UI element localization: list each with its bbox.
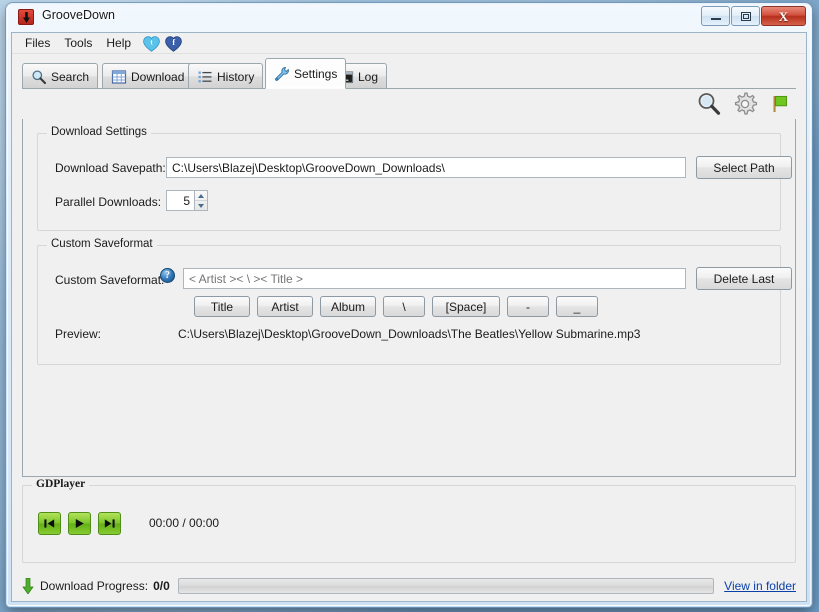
window-controls: X [701, 6, 806, 26]
preview-value: C:\Users\Blazej\Desktop\GrooveDown_Downl… [178, 327, 641, 341]
settings-panel: Download Settings Download Savepath: Sel… [22, 119, 796, 477]
gear-icon[interactable] [732, 91, 758, 117]
app-icon [18, 9, 34, 25]
tab-log-label: Log [358, 69, 379, 84]
chevron-down-icon [198, 203, 204, 208]
facebook-icon[interactable]: f [165, 35, 182, 52]
token-button-space[interactable]: [Space] [432, 296, 500, 317]
list-icon [197, 69, 213, 85]
wrench-icon [274, 66, 290, 82]
token-button-artist[interactable]: Artist [257, 296, 313, 317]
status-bar: Download Progress: 0/0 View in folder [12, 571, 806, 601]
minimize-icon [710, 18, 721, 20]
parallel-downloads-stepper[interactable] [166, 190, 208, 211]
maximize-button[interactable] [731, 6, 760, 26]
select-path-button[interactable]: Select Path [696, 156, 792, 179]
download-arrow-icon [22, 578, 34, 594]
tab-history[interactable]: History [188, 63, 264, 89]
download-progress-label: Download Progress: [40, 579, 149, 593]
play-icon [75, 519, 84, 528]
play-button[interactable] [68, 512, 91, 535]
custom-saveformat-input[interactable] [183, 268, 686, 289]
next-track-button[interactable] [98, 512, 121, 535]
token-button-underscore[interactable]: _ [556, 296, 598, 317]
stepper-down-button[interactable] [195, 201, 207, 210]
download-progress-count: 0/0 [153, 579, 170, 593]
stepper-up-button[interactable] [195, 191, 207, 201]
parallel-downloads-label: Parallel Downloads: [55, 195, 162, 209]
previous-track-button[interactable] [38, 512, 61, 535]
close-button[interactable]: X [761, 6, 806, 26]
magnifier-icon [31, 69, 47, 85]
delete-last-button[interactable]: Delete Last [696, 267, 792, 290]
twitter-icon[interactable]: t [143, 35, 160, 52]
menu-files[interactable]: Files [18, 34, 57, 52]
tab-download-label: Download [131, 69, 185, 84]
tab-download[interactable]: Download [102, 63, 194, 89]
menu-help[interactable]: Help [99, 34, 138, 52]
toolbar-right [696, 91, 794, 117]
menu-tools[interactable]: Tools [57, 34, 99, 52]
player-time: 00:00 / 00:00 [149, 516, 220, 530]
download-settings-title: Download Settings [47, 126, 151, 138]
view-in-folder-link[interactable]: View in folder [724, 579, 796, 593]
tab-search[interactable]: Search [22, 63, 99, 89]
tab-settings-label: Settings [294, 66, 338, 81]
gdplayer-group: GDPlayer 00:00 / 00:00 [22, 478, 796, 563]
tab-history-label: History [217, 69, 255, 84]
custom-saveformat-group: Custom Saveformat Custom Saveformat: ? D… [37, 238, 792, 365]
menu-bar: Files Tools Help t f [12, 33, 806, 54]
token-button-dash[interactable]: - [507, 296, 549, 317]
client-area: Files Tools Help t f Search Download His… [11, 32, 807, 602]
tab-search-label: Search [51, 69, 90, 84]
token-button-backslash[interactable]: \ [383, 296, 425, 317]
application-window: GrooveDown X Files Tools Help t f Search… [6, 3, 812, 607]
gdplayer-title: GDPlayer [32, 478, 90, 490]
help-icon[interactable]: ? [160, 268, 175, 283]
token-button-title[interactable]: Title [194, 296, 250, 317]
custom-saveformat-label: Custom Saveformat: [55, 273, 165, 287]
skip-back-icon [44, 519, 55, 528]
svg-text:f: f [172, 38, 175, 47]
skip-forward-icon [104, 519, 115, 528]
parallel-downloads-input[interactable] [166, 190, 194, 211]
chevron-up-icon [198, 193, 204, 198]
grid-icon [111, 69, 127, 85]
custom-saveformat-title: Custom Saveformat [47, 238, 157, 250]
minimize-button[interactable] [701, 6, 730, 26]
savepath-label: Download Savepath: [55, 161, 166, 175]
close-icon: X [778, 8, 789, 24]
savepath-input[interactable] [166, 157, 686, 178]
window-title: GrooveDown [42, 8, 115, 22]
download-progress-bar [177, 578, 715, 594]
title-bar: GrooveDown X [6, 3, 812, 31]
download-settings-group: Download Settings Download Savepath: Sel… [37, 126, 792, 231]
preview-label: Preview: [55, 327, 102, 341]
tab-settings[interactable]: Settings [265, 58, 347, 89]
flag-icon[interactable] [768, 91, 794, 117]
search-icon[interactable] [696, 91, 722, 117]
token-button-album[interactable]: Album [320, 296, 376, 317]
maximize-icon [740, 11, 751, 21]
tab-strip: Search Download History Settings Log [22, 58, 796, 89]
download-arrow-glyph [23, 12, 30, 23]
